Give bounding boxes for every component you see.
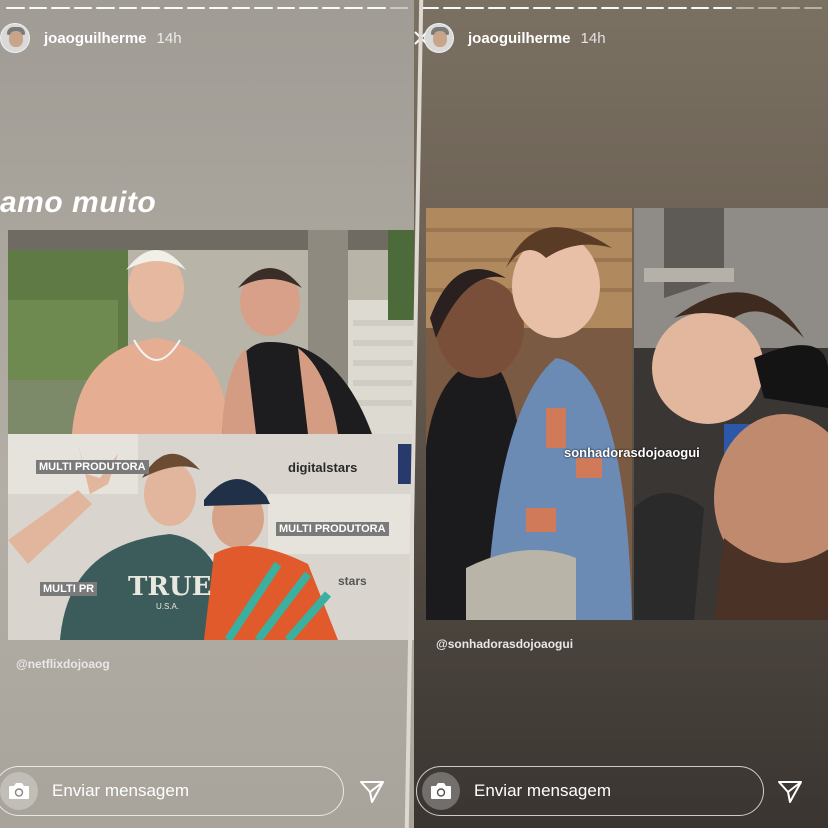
message-placeholder: Enviar mensagem — [52, 781, 190, 800]
camera-button[interactable] — [422, 772, 460, 810]
progress-segment — [299, 7, 318, 9]
progress-segment — [209, 7, 228, 9]
photo-left — [426, 208, 632, 620]
photo-bottom: digitalstars MULTI PRODUTORA MULTI PRODU… — [8, 434, 414, 640]
backdrop-logo: digitalstars — [288, 460, 358, 475]
message-input[interactable]: Enviar mensagem — [416, 766, 764, 816]
progress-segment — [344, 7, 363, 9]
send-button[interactable] — [776, 778, 804, 806]
progress-segment — [690, 7, 710, 9]
progress-segment — [389, 7, 409, 9]
progress-segment — [186, 7, 206, 9]
progress-segment — [668, 7, 687, 9]
backdrop-text: stars — [338, 574, 367, 588]
progress-segment — [781, 7, 800, 9]
progress-segment — [28, 7, 48, 9]
progress-segment — [321, 7, 341, 9]
progress-segment — [465, 7, 484, 9]
send-icon — [778, 781, 802, 803]
shirt-subtext: U.S.A. — [156, 602, 180, 611]
progress-segment — [532, 7, 552, 9]
progress-segment — [803, 7, 823, 9]
progress-segment — [73, 7, 93, 9]
user-avatar[interactable] — [424, 23, 454, 53]
progress-segment — [555, 7, 574, 9]
progress-segment — [510, 7, 529, 9]
mention-tag[interactable]: @netflixdojoaog — [16, 657, 110, 671]
progress-segment — [758, 7, 777, 9]
user-avatar[interactable] — [0, 23, 30, 53]
story-header: joaoguilherme 14h — [414, 18, 828, 58]
story-header: joaoguilherme 14h — [0, 18, 414, 58]
progress-segment — [600, 7, 620, 9]
story-progress-bar — [420, 7, 823, 9]
post-time: 14h — [156, 29, 182, 47]
backdrop-text: MULTI PRODUTORA — [276, 522, 389, 536]
photo-top — [8, 230, 414, 434]
progress-segment — [645, 7, 665, 9]
message-placeholder: Enviar mensagem — [474, 781, 612, 800]
story-right[interactable]: joaoguilherme 14h sonhadorasdojoaogui @s… — [414, 0, 828, 828]
progress-segment — [6, 7, 25, 9]
message-input[interactable]: Enviar mensagem — [0, 766, 344, 816]
progress-segment — [713, 7, 732, 9]
story-left[interactable]: joaoguilherme 14h amo muito digitalstars… — [0, 0, 414, 828]
progress-segment — [254, 7, 273, 9]
progress-segment — [118, 7, 138, 9]
backdrop-text: MULTI PRODUTORA — [36, 460, 149, 474]
progress-segment — [735, 7, 755, 9]
send-button[interactable] — [358, 778, 386, 806]
progress-segment — [577, 7, 597, 9]
post-time: 14h — [580, 29, 606, 47]
progress-segment — [487, 7, 507, 9]
username[interactable]: joaoguilherme — [44, 30, 147, 47]
progress-segment — [623, 7, 642, 9]
camera-icon — [9, 783, 29, 799]
progress-segment — [141, 7, 160, 9]
progress-segment — [96, 7, 115, 9]
mention-tag[interactable]: @sonhadorasdojoaogui — [436, 637, 573, 651]
reply-bar: Enviar mensagem — [0, 766, 414, 818]
progress-segment — [51, 7, 70, 9]
photo-right — [634, 208, 828, 620]
shirt-text: TRUE — [128, 572, 212, 602]
progress-segment — [442, 7, 462, 9]
username[interactable]: joaoguilherme — [468, 30, 571, 47]
story-caption: amo muito — [0, 186, 157, 219]
send-icon — [360, 781, 384, 803]
photo-watermark: sonhadorasdojoaogui — [564, 445, 700, 460]
progress-segment — [163, 7, 183, 9]
story-progress-bar — [6, 7, 409, 9]
progress-segment — [231, 7, 251, 9]
progress-segment — [367, 7, 386, 9]
progress-segment — [276, 7, 296, 9]
backdrop-text: MULTI PR — [40, 582, 98, 596]
reply-bar: Enviar mensagem — [414, 766, 828, 818]
camera-button[interactable] — [0, 772, 38, 810]
camera-icon — [431, 783, 451, 799]
